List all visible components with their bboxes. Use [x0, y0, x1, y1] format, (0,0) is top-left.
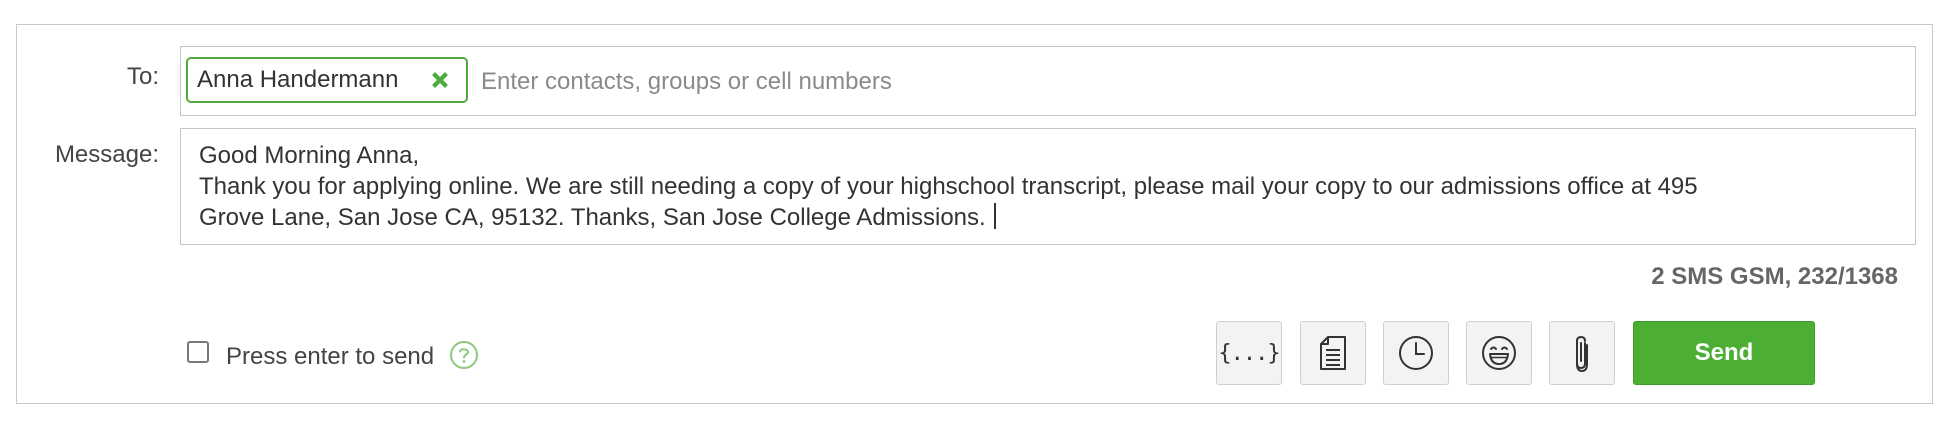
message-line: Good Morning Anna,: [199, 142, 420, 169]
template-document-icon: [1320, 336, 1346, 370]
message-line-with-caret: Grove Lane, San Jose CA, 95132. Thanks, …: [199, 202, 1897, 233]
attach-button[interactable]: [1549, 321, 1615, 385]
question-circle-icon[interactable]: [449, 340, 479, 370]
press-enter-label[interactable]: Press enter to send: [226, 343, 434, 371]
paperclip-icon: [1576, 335, 1588, 373]
recipient-chip-label: Anna Handermann: [197, 66, 399, 93]
recipient-field[interactable]: Anna Handermann: [180, 46, 1916, 116]
press-enter-checkbox[interactable]: [187, 341, 209, 363]
schedule-button[interactable]: [1383, 321, 1449, 385]
merge-fields-button[interactable]: {...}: [1216, 321, 1282, 385]
message-label: Message:: [54, 141, 159, 168]
clock-icon: [1399, 336, 1433, 370]
message-textarea[interactable]: Good Morning Anna, Thank you for applyin…: [180, 128, 1916, 245]
recipient-input[interactable]: [479, 59, 1883, 105]
merge-fields-icon: {...}: [1218, 340, 1280, 366]
sms-counter: 2 SMS GSM, 232/1368: [1651, 263, 1898, 290]
text-caret: [993, 203, 996, 229]
emoji-button[interactable]: [1466, 321, 1532, 385]
to-label: To:: [126, 63, 159, 90]
recipient-chip[interactable]: Anna Handermann: [186, 57, 468, 103]
send-button[interactable]: Send: [1633, 321, 1815, 385]
message-line-text: Grove Lane, San Jose CA, 95132. Thanks, …: [199, 204, 986, 231]
emoji-icon: [1482, 336, 1516, 370]
message-line: Thank you for applying online. We are st…: [199, 173, 1698, 200]
close-x-icon[interactable]: [426, 66, 454, 94]
compose-panel: To: Anna Handermann Message: Good Mornin…: [16, 24, 1933, 404]
template-button[interactable]: [1300, 321, 1366, 385]
